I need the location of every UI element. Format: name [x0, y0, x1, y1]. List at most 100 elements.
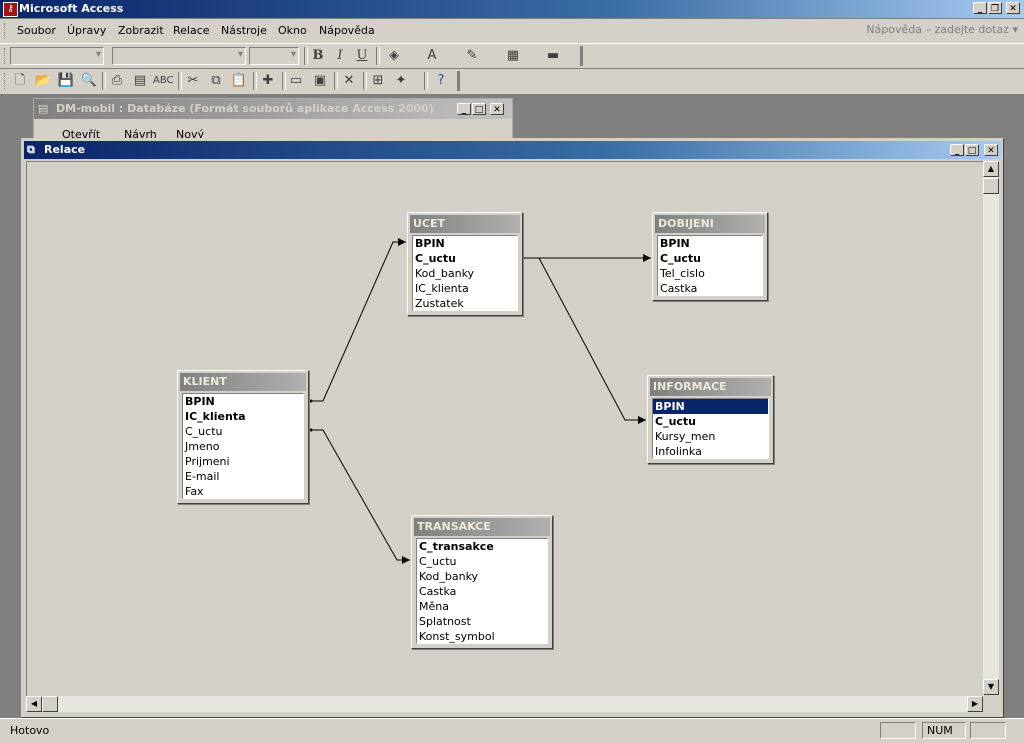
table-title[interactable]: UCET [410, 215, 520, 233]
border-style-icon[interactable]: ▦ [503, 47, 523, 65]
database-window-icon[interactable]: ⊞ [368, 72, 388, 90]
menu-zobrazit[interactable]: Zobrazit [118, 24, 164, 37]
field-item[interactable]: BPIN [413, 236, 517, 251]
horizontal-scroll-thumb[interactable] [42, 696, 58, 712]
relationships-window-title-bar[interactable]: ⧉ Relace _ □ ✕ [24, 141, 1001, 159]
field-item[interactable]: E-mail [183, 469, 303, 484]
table-dobijeni[interactable]: DOBIJENI BPIN C_uctu Tel_cislo Castka [652, 212, 768, 301]
field-list[interactable]: BPIN C_uctu Kursy_men Infolinka [652, 398, 769, 459]
menu-okno[interactable]: Okno [278, 24, 307, 37]
vertical-scroll-thumb[interactable] [983, 178, 999, 194]
db-maximize-button[interactable]: □ [472, 103, 486, 115]
field-item-selected[interactable]: BPIN [653, 399, 768, 414]
field-item[interactable]: BPIN [183, 394, 303, 409]
font-combo[interactable] [112, 47, 246, 65]
menu-relace[interactable]: Relace [173, 24, 210, 37]
object-combo[interactable] [10, 47, 104, 65]
toolbar-options[interactable] [457, 71, 463, 91]
table-klient[interactable]: KLIENT BPIN IC_klienta C_uctu Jmeno Prij… [177, 370, 309, 504]
field-item[interactable]: Kod_banky [413, 266, 517, 281]
field-item[interactable]: C_uctu [417, 554, 547, 569]
field-item[interactable]: Tel_cislo [658, 266, 762, 281]
resize-grip[interactable] [983, 696, 999, 712]
help-search-input[interactable]: Nápověda – zadejte dotaz ▾ [866, 23, 1018, 36]
field-item[interactable]: Castka [417, 584, 547, 599]
copy-icon[interactable]: ⧉ [206, 72, 226, 90]
field-item[interactable]: Castka [658, 281, 762, 296]
relationships-canvas[interactable]: UCET BPIN C_uctu Kod_banky IC_klienta Zu… [26, 161, 984, 697]
table-transakce[interactable]: TRANSAKCE C_transakce C_uctu Kod_banky C… [411, 515, 553, 649]
show-direct-icon[interactable]: ▭ [286, 72, 306, 90]
bold-icon[interactable]: B [308, 47, 328, 65]
scroll-left-button[interactable]: ◀ [26, 696, 42, 712]
table-title[interactable]: DOBIJENI [655, 215, 765, 233]
toolbar-grip[interactable] [4, 48, 8, 64]
horizontal-scrollbar[interactable]: ◀ ▶ [26, 696, 983, 712]
relationships-window[interactable]: ⧉ Relace _ □ ✕ UCET BPIN C_uctu Kod_bank… [21, 138, 1004, 718]
show-all-icon[interactable]: ▣ [310, 72, 330, 90]
table-ucet[interactable]: UCET BPIN C_uctu Kod_banky IC_klienta Zu… [407, 212, 523, 316]
scroll-up-button[interactable]: ▲ [983, 161, 999, 177]
relationship-line[interactable] [310, 241, 406, 402]
field-item[interactable]: C_uctu [653, 414, 768, 429]
vertical-scrollbar[interactable]: ▲ ▼ [983, 161, 999, 695]
print-preview-icon[interactable]: ▤ [130, 72, 150, 90]
toolbar-options[interactable] [580, 46, 586, 66]
relationship-line[interactable] [310, 429, 410, 561]
print-icon[interactable]: ⎙ [107, 72, 127, 90]
menu-soubor[interactable]: Soubor [17, 24, 56, 37]
field-item[interactable]: BPIN [658, 236, 762, 251]
menu-napoveda[interactable]: Nápověda [319, 24, 375, 37]
field-item[interactable]: Fax [183, 484, 303, 499]
field-list[interactable]: BPIN C_uctu Kod_banky IC_klienta Zustate… [412, 235, 518, 311]
italic-icon[interactable]: I [330, 47, 350, 65]
restore-button[interactable]: ❐ [988, 2, 1002, 14]
table-informace[interactable]: INFORMACE BPIN C_uctu Kursy_men Infolink… [647, 375, 774, 464]
field-item[interactable]: Konst_symbol [417, 629, 547, 644]
line-width-icon[interactable]: ▬ [543, 47, 563, 65]
minimize-button[interactable]: _ [973, 2, 987, 14]
field-item[interactable]: Prijmeni [183, 454, 303, 469]
toolbar-grip[interactable] [4, 23, 8, 39]
table-title[interactable]: TRANSAKCE [414, 518, 550, 536]
field-item[interactable]: Kursy_men [653, 429, 768, 444]
new-object-icon[interactable]: ✦ [391, 72, 411, 90]
close-button[interactable]: ✕ [1006, 2, 1020, 14]
open-icon[interactable]: 📂 [33, 72, 53, 90]
line-color-icon[interactable]: ✎ [462, 47, 482, 65]
field-item[interactable]: Splatnost [417, 614, 547, 629]
field-item[interactable]: Infolinka [653, 444, 768, 459]
field-item[interactable]: Kod_banky [417, 569, 547, 584]
help-icon[interactable]: ? [431, 72, 451, 90]
rel-minimize-button[interactable]: _ [950, 144, 964, 156]
db-close-button[interactable]: ✕ [490, 103, 504, 115]
field-list[interactable]: BPIN C_uctu Tel_cislo Castka [657, 235, 763, 296]
field-item[interactable]: C_transakce [417, 539, 547, 554]
rel-close-button[interactable]: ✕ [984, 144, 998, 156]
scroll-right-button[interactable]: ▶ [967, 696, 983, 712]
show-table-icon[interactable]: ✚ [258, 72, 278, 90]
database-window-title-bar[interactable]: ▤ DM-mobil : Databáze (Formát souborů ap… [34, 99, 512, 119]
db-minimize-button[interactable]: _ [457, 103, 471, 115]
table-title[interactable]: INFORMACE [650, 378, 771, 396]
underline-icon[interactable]: U [352, 47, 372, 65]
paste-icon[interactable]: 📋 [229, 72, 249, 90]
search-icon[interactable]: 🔍 [79, 72, 99, 90]
field-item[interactable]: Měna [417, 599, 547, 614]
fill-color-icon[interactable]: ◈ [384, 47, 404, 65]
table-title[interactable]: KLIENT [180, 373, 306, 391]
menu-nastroje[interactable]: Nástroje [221, 24, 267, 37]
field-item[interactable]: IC_klienta [183, 409, 303, 424]
delete-icon[interactable]: ✕ [339, 72, 359, 90]
cut-icon[interactable]: ✂ [183, 72, 203, 90]
app-title-bar[interactable]: ⚷ Microsoft Access _ ❐ ✕ [0, 0, 1024, 18]
field-list[interactable]: BPIN IC_klienta C_uctu Jmeno Prijmeni E-… [182, 393, 304, 499]
field-item[interactable]: Jmeno [183, 439, 303, 454]
new-icon[interactable]: 🗋 [10, 72, 30, 90]
database-window[interactable]: ▤ DM-mobil : Databáze (Formát souborů ap… [33, 98, 513, 141]
relationship-line[interactable] [538, 257, 646, 421]
font-size-combo[interactable] [249, 47, 299, 65]
rel-maximize-button[interactable]: □ [965, 144, 979, 156]
field-item[interactable]: C_uctu [413, 251, 517, 266]
menu-upravy[interactable]: Úpravy [67, 24, 106, 37]
